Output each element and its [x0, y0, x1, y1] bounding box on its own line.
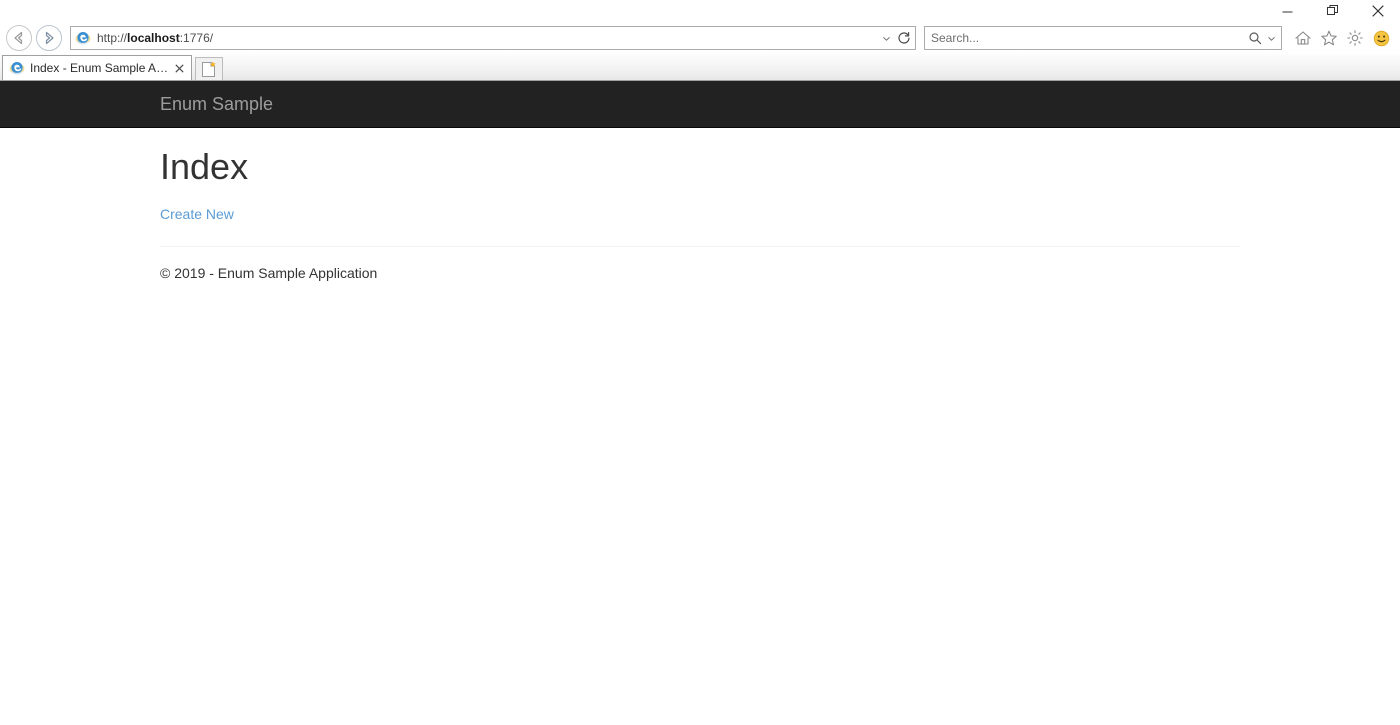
new-tab-button[interactable] [195, 57, 223, 80]
page-content-container: Index Create New © 2019 - Enum Sample Ap… [145, 147, 1255, 281]
browser-toolbar: http://localhost:1776/ Search... [0, 22, 1400, 54]
browser-tab[interactable]: Index - Enum Sample Appli... [2, 55, 192, 80]
page-viewport: Enum Sample Index Create New © 2019 - En… [0, 81, 1400, 725]
footer-divider [160, 245, 1240, 247]
url-host: localhost [127, 31, 180, 45]
internet-explorer-icon [75, 30, 91, 46]
window-titlebar [0, 0, 1400, 22]
url-protocol: http:// [97, 31, 128, 45]
url-text: http://localhost:1776/ [97, 28, 877, 48]
search-input[interactable]: Search... [931, 28, 1247, 48]
feedback-smiley-icon[interactable] [1368, 25, 1394, 51]
search-icon[interactable] [1247, 28, 1263, 48]
minimize-button[interactable] [1265, 0, 1310, 22]
favorites-star-icon[interactable] [1316, 25, 1342, 51]
gear-icon[interactable] [1342, 25, 1368, 51]
forward-button[interactable] [34, 23, 64, 53]
create-new-link[interactable]: Create New [160, 206, 234, 222]
address-dropdown-icon[interactable] [877, 28, 895, 48]
address-bar[interactable]: http://localhost:1776/ [70, 26, 916, 50]
home-icon[interactable] [1290, 25, 1316, 51]
url-rest: :1776/ [179, 31, 214, 45]
refresh-icon[interactable] [895, 28, 913, 48]
tab-title: Index - Enum Sample Appli... [30, 61, 171, 75]
close-button[interactable] [1355, 0, 1400, 22]
browser-toolbar-icons [1290, 25, 1394, 51]
back-button[interactable] [4, 23, 34, 53]
navbar-brand-link[interactable]: Enum Sample [160, 94, 273, 114]
browser-window: http://localhost:1776/ Search... Index -… [0, 0, 1400, 725]
search-provider-dropdown-icon[interactable] [1263, 28, 1279, 48]
page-title: Index [160, 146, 249, 187]
navbar-container: Enum Sample [145, 94, 1255, 115]
site-navbar: Enum Sample [0, 81, 1400, 128]
footer-copyright: © 2019 - Enum Sample Application [160, 264, 378, 281]
tab-strip: Index - Enum Sample Appli... [0, 54, 1400, 81]
restore-button[interactable] [1310, 0, 1355, 22]
tab-favicon-internet-explorer-icon [9, 60, 25, 76]
search-bar[interactable]: Search... [924, 26, 1282, 50]
tab-close-icon[interactable] [171, 60, 187, 76]
